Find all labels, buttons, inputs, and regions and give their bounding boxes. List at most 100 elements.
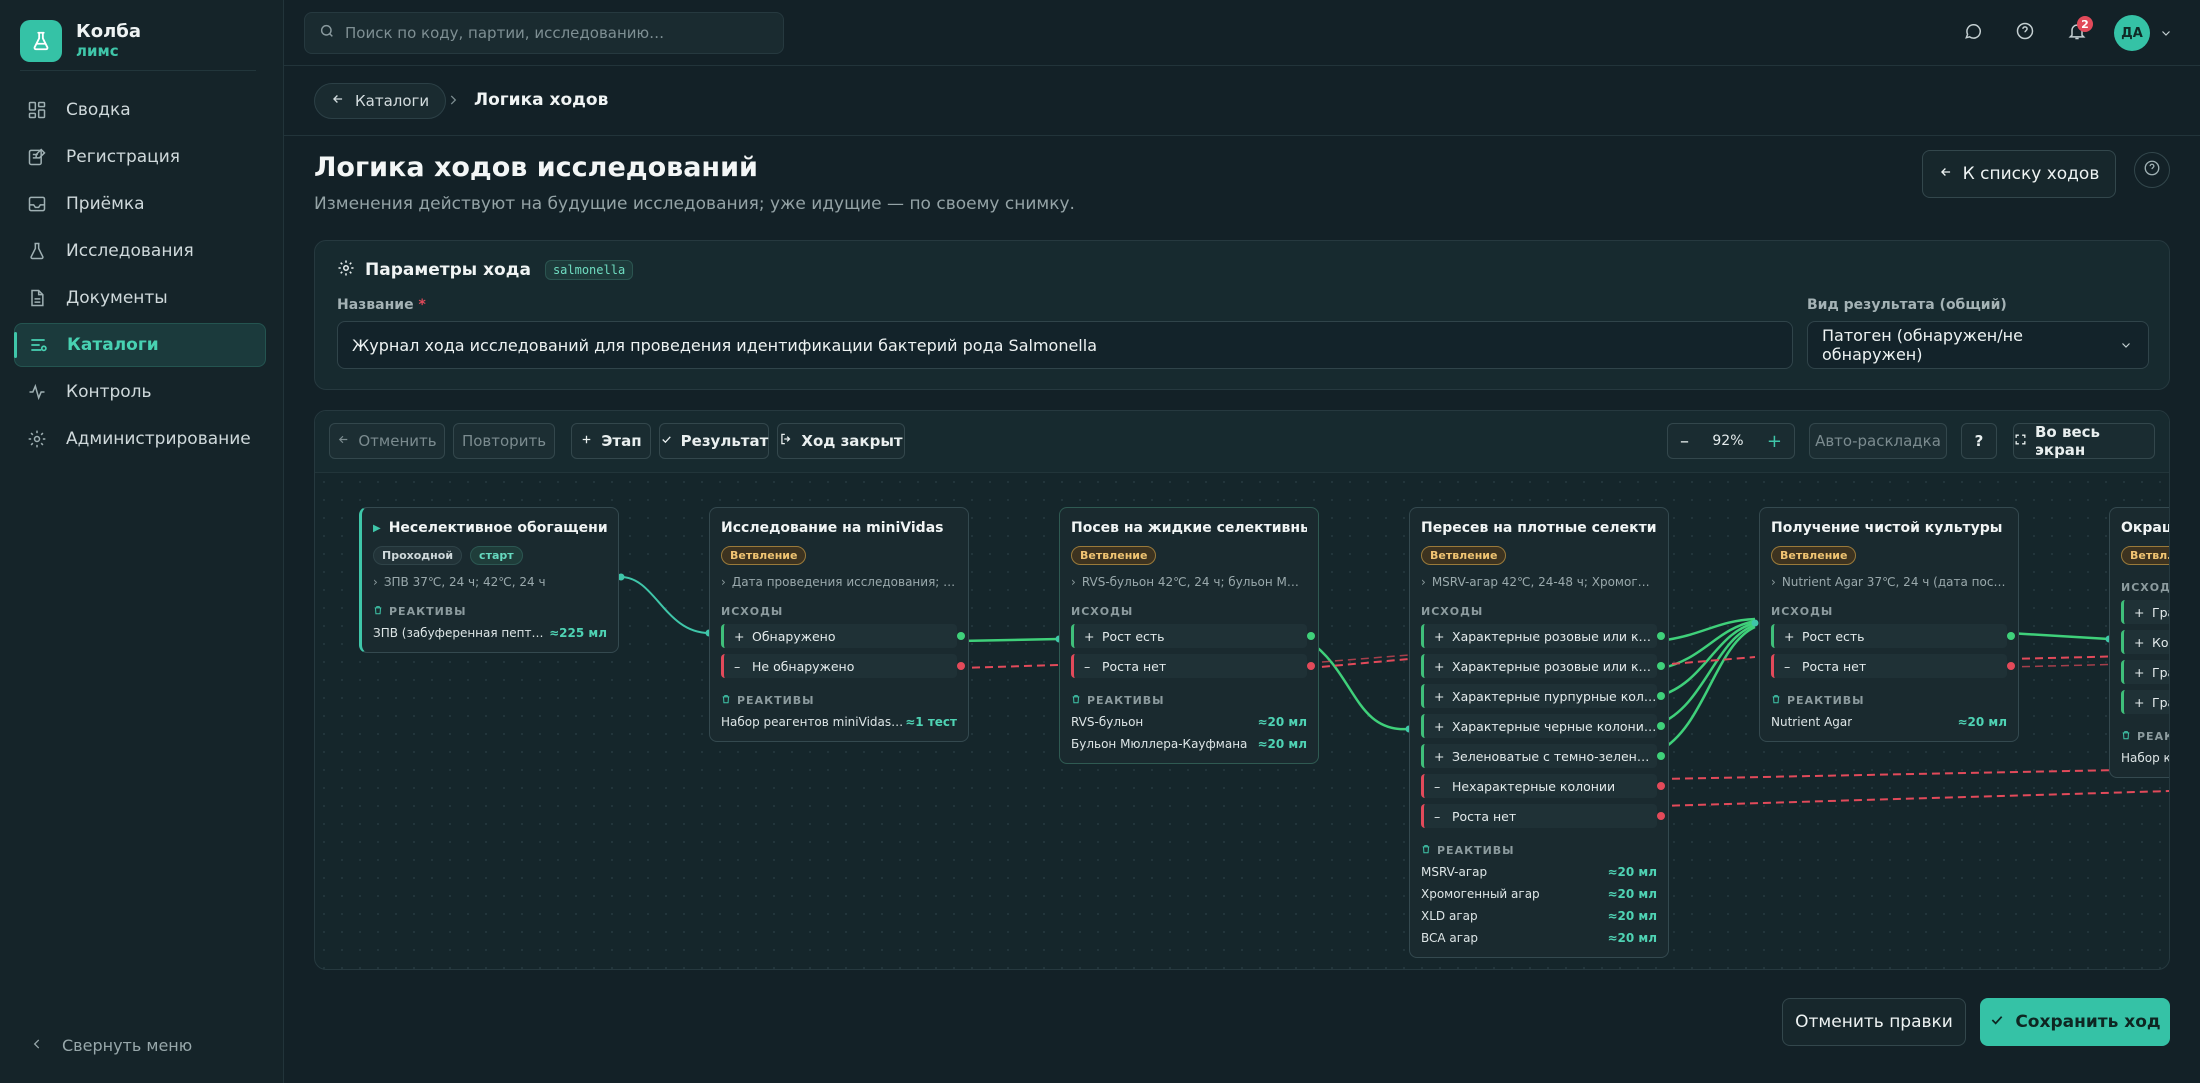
- add-stage-button[interactable]: Этап: [571, 423, 651, 459]
- close-course-button[interactable]: Ход закрыт: [777, 423, 905, 459]
- chat-button[interactable]: [1954, 14, 1992, 52]
- outcomes-header: ИСХОДЫ: [1071, 605, 1134, 618]
- sidebar-item-control[interactable]: Контроль: [14, 370, 266, 414]
- fullscreen-button[interactable]: Во весь экран: [2013, 423, 2155, 459]
- back-to-list-button[interactable]: К списку ходов: [1922, 150, 2116, 198]
- course-code-tag: salmonella: [544, 260, 634, 280]
- outcome-row[interactable]: – Нехарактерные колонии: [1421, 774, 1665, 798]
- outcome-label: Не обнаружено: [752, 658, 855, 674]
- outcome-row[interactable]: + Гра…: [2121, 660, 2169, 684]
- add-result-button[interactable]: Результат: [659, 423, 769, 459]
- outcome-label: Обнаружено: [752, 628, 836, 644]
- output-port[interactable]: [1307, 662, 1315, 670]
- output-port[interactable]: [957, 662, 965, 670]
- notifications-button[interactable]: 2: [2058, 14, 2096, 52]
- reagents-header-text: РЕАКТИВЫ: [389, 605, 467, 618]
- collapse-menu-button[interactable]: Свернуть меню: [30, 1036, 192, 1055]
- stage-condition[interactable]: › Nutrient Agar 37℃, 24 ч (дата посева): [1771, 575, 2007, 589]
- outcome-sign: +: [734, 628, 745, 644]
- breadcrumb-back-button[interactable]: Каталоги: [314, 83, 447, 119]
- reagent-row: Хромогенный агар ≈20 мл: [1421, 887, 1657, 901]
- chevron-down-icon: [2160, 24, 2172, 43]
- output-port[interactable]: [1657, 632, 1665, 640]
- zoom-in-button[interactable]: +: [1767, 431, 1782, 452]
- link-solid-pure-4: [1658, 623, 1756, 726]
- outcome-row[interactable]: + Гра…: [2121, 600, 2169, 624]
- save-course-button[interactable]: Сохранить ход: [1980, 998, 2170, 1046]
- output-port[interactable]: [1657, 812, 1665, 820]
- outcome-label: Рост есть: [1102, 628, 1165, 644]
- output-port[interactable]: [1657, 782, 1665, 790]
- stage-condition[interactable]: › RVS-бульон 42℃, 24 ч; бульон Мюл…: [1071, 575, 1307, 589]
- outcome-row[interactable]: – Роста нет: [1071, 654, 1315, 678]
- help-button[interactable]: [2006, 14, 2044, 52]
- output-port[interactable]: [1657, 752, 1665, 760]
- outcome-sign: +: [1434, 748, 1445, 764]
- output-port[interactable]: [1657, 692, 1665, 700]
- flask-logo-icon: [20, 20, 62, 62]
- stage-node[interactable]: ▶ Неселективное обогащение Проходной стар…: [359, 507, 619, 653]
- chevron-left-icon: [30, 1036, 44, 1055]
- cancel-changes-button[interactable]: Отменить правки: [1782, 998, 1966, 1046]
- output-port[interactable]: [1657, 722, 1665, 730]
- result-type-select[interactable]: Патоген (обнаружен/не обнаружен): [1807, 321, 2149, 369]
- outcome-row[interactable]: + Характерные пурпурные колонии: [1421, 684, 1665, 708]
- auto-layout-button[interactable]: Авто-раскладка: [1809, 423, 1947, 459]
- name-field[interactable]: [337, 321, 1793, 369]
- outcome-row[interactable]: – Роста нет: [1771, 654, 2015, 678]
- output-port[interactable]: [957, 632, 965, 640]
- brand[interactable]: Колба лимс: [20, 20, 141, 62]
- stage-node[interactable]: Пересев на плотные селективн… Ветвление …: [1409, 507, 1669, 958]
- output-port[interactable]: [1307, 632, 1315, 640]
- flow-graph[interactable]: ▶ Неселективное обогащение Проходной стар…: [315, 473, 2169, 969]
- sidebar-item-intake[interactable]: Приёмка: [14, 182, 266, 226]
- outcome-row[interactable]: + Гра…: [2121, 690, 2169, 714]
- outcome-row[interactable]: + Обнаружено: [721, 624, 965, 648]
- user-menu[interactable]: ДА: [2114, 15, 2172, 51]
- zoom-out-button[interactable]: –: [1680, 431, 1689, 452]
- collapse-menu-label: Свернуть меню: [62, 1036, 193, 1055]
- branch-badge: Ветвление: [1071, 546, 1157, 565]
- outcome-row[interactable]: – Не обнаружено: [721, 654, 965, 678]
- outcome-row[interactable]: + Рост есть: [1071, 624, 1315, 648]
- outcome-label: Роста нет: [1102, 658, 1167, 674]
- sidebar-item-administration[interactable]: Администрирование: [14, 417, 266, 461]
- output-port[interactable]: [1657, 662, 1665, 670]
- link-minividas-neg: [958, 664, 1060, 669]
- output-port[interactable]: [2007, 632, 2015, 640]
- search-input[interactable]: [345, 24, 765, 42]
- stage-node[interactable]: Окраш… Ветвл… ИСХОДЫ + Гра… + Кок… + Гра… +…: [2109, 507, 2169, 778]
- outcome-sign: +: [2134, 604, 2145, 620]
- outcome-row[interactable]: – Роста нет: [1421, 804, 1665, 828]
- sidebar-item-summary[interactable]: Сводка: [14, 88, 266, 132]
- sidebar-item-documents[interactable]: Документы: [14, 276, 266, 320]
- check-icon: [660, 432, 673, 450]
- stage-node[interactable]: Получение чистой культуры Ветвление › Nut…: [1759, 507, 2019, 742]
- sidebar-item-registration[interactable]: Регистрация: [14, 135, 266, 179]
- outcome-row[interactable]: + Зеленоватые с темно-зеленым о…: [1421, 744, 1665, 768]
- outcome-row[interactable]: + Рост есть: [1771, 624, 2015, 648]
- output-port[interactable]: [2007, 662, 2015, 670]
- redo-button[interactable]: Повторить: [453, 423, 555, 459]
- reagent-name: BCA агар: [1421, 931, 1479, 945]
- stage-node[interactable]: Исследование на miniVidas Ветвление › Дат…: [709, 507, 969, 742]
- outcome-row[interactable]: + Кок…: [2121, 630, 2169, 654]
- name-input[interactable]: [352, 335, 1792, 355]
- stage-condition[interactable]: › MSRV-агар 42℃, 24-48 ч; Хромоген…: [1421, 575, 1657, 589]
- sidebar-item-catalogs[interactable]: Каталоги: [14, 323, 266, 367]
- outcome-sign: +: [1784, 628, 1795, 644]
- stage-condition[interactable]: › Дата проведения исследования; ре…: [721, 575, 957, 589]
- undo-button[interactable]: Отменить: [329, 423, 445, 459]
- sidebar-item-studies[interactable]: Исследования: [14, 229, 266, 273]
- port-dot: [1751, 619, 1759, 627]
- params-title: Параметры хода: [365, 260, 531, 280]
- search-box[interactable]: [304, 12, 784, 54]
- stage-node[interactable]: Посев на жидкие селективные … Ветвление …: [1059, 507, 1319, 764]
- outcome-row[interactable]: + Характерные розовые или крас…: [1421, 654, 1665, 678]
- page-help-button[interactable]: [2134, 152, 2170, 188]
- outcome-row[interactable]: + Характерные черные колонии ч…: [1421, 714, 1665, 738]
- editor-help-button[interactable]: ?: [1961, 423, 1997, 459]
- stage-condition[interactable]: › ЗПВ 37℃, 24 ч; 42℃, 24 ч: [373, 575, 607, 589]
- link-liquid-neg: [1308, 658, 1410, 669]
- outcome-row[interactable]: + Характерные розовые или крас…: [1421, 624, 1665, 648]
